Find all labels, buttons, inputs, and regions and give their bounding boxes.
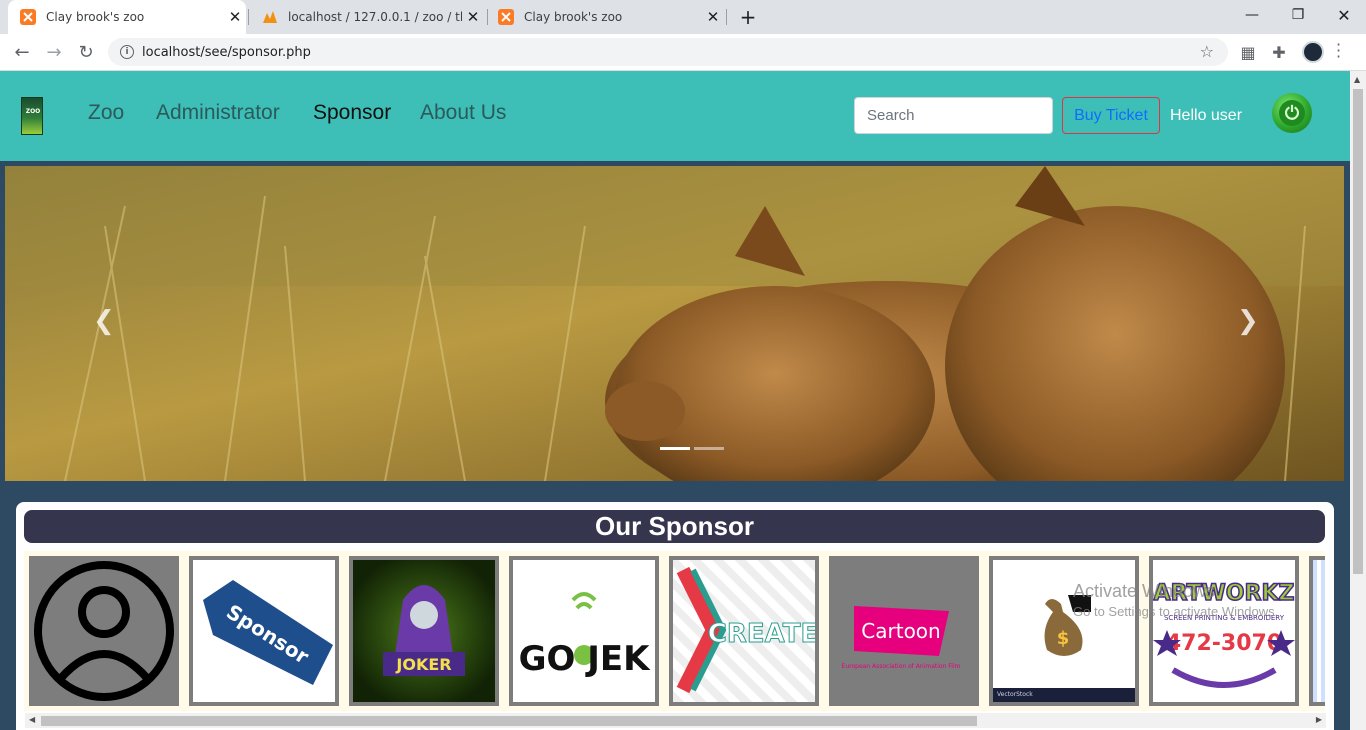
apps-grid-icon[interactable]: ▦ bbox=[1239, 43, 1257, 62]
create-logo: CREATE bbox=[676, 566, 815, 694]
sponsor-item[interactable]: GO JEK bbox=[509, 556, 659, 706]
xampp-icon bbox=[498, 9, 514, 25]
carousel-prev-icon[interactable]: ❮ bbox=[93, 306, 115, 336]
user-avatar-icon bbox=[34, 561, 174, 701]
sponsor-item[interactable]: Cartoon European Association of Animation… bbox=[829, 556, 979, 706]
carousel-indicators bbox=[660, 447, 724, 450]
hero-carousel: ❮ ❯ bbox=[5, 166, 1344, 481]
site-navbar: ZOO Zoo Administrator Sponsor About Us B… bbox=[0, 71, 1350, 161]
close-tab-icon[interactable]: ✕ bbox=[702, 8, 724, 26]
sponsor-item[interactable] bbox=[1309, 556, 1325, 706]
sponsor-item[interactable]: JOKER bbox=[349, 556, 499, 706]
cartoon-logo: Cartoon European Association of Animation… bbox=[842, 606, 961, 670]
logout-power-icon[interactable]: ⏻ bbox=[1272, 93, 1312, 133]
sponsor-item[interactable]: $ VectorStock bbox=[989, 556, 1139, 706]
tab-title: Clay brook's zoo bbox=[524, 10, 623, 24]
sponsor-heading: Our Sponsor bbox=[24, 510, 1325, 543]
site-info-icon[interactable]: i bbox=[120, 45, 134, 59]
forward-icon[interactable]: → bbox=[44, 42, 64, 63]
browser-toolbar: ← → ↻ i localhost/see/sponsor.php ☆ ▦ ✚ … bbox=[0, 34, 1366, 71]
url-text: localhost/see/sponsor.php bbox=[142, 44, 311, 60]
gojek-logo: GO JEK bbox=[519, 592, 652, 679]
user-greeting: Hello user bbox=[1170, 107, 1243, 124]
browser-tab-strip: Clay brook's zoo ✕ localhost / 127.0.0.1… bbox=[0, 0, 1366, 34]
close-tab-icon[interactable]: ✕ bbox=[462, 8, 484, 26]
nav-link-sponsor[interactable]: Sponsor bbox=[313, 101, 391, 125]
browser-tab-1[interactable]: Clay brook's zoo ✕ bbox=[8, 0, 246, 34]
buy-ticket-button[interactable]: Buy Ticket bbox=[1062, 97, 1160, 134]
svg-text:472-3070: 472-3070 bbox=[1166, 631, 1282, 656]
svg-text:Cartoon: Cartoon bbox=[861, 619, 940, 643]
minimize-icon[interactable]: — bbox=[1229, 0, 1275, 30]
reload-icon[interactable]: ↻ bbox=[76, 42, 96, 63]
svg-text:$: $ bbox=[1057, 628, 1070, 649]
activate-windows-watermark: Activate Windows Go to Settings to activ… bbox=[1073, 581, 1279, 619]
sponsor-banner-logo: Sponsor bbox=[203, 580, 333, 685]
page-vertical-scrollbar[interactable]: ▲ bbox=[1350, 71, 1366, 730]
lion-cubs-image bbox=[5, 166, 1344, 481]
extensions-puzzle-icon[interactable]: ✚ bbox=[1270, 43, 1288, 62]
svg-text:CREATE: CREATE bbox=[708, 619, 815, 649]
xampp-icon bbox=[20, 9, 36, 25]
sponsor-item[interactable]: ARTWORKZ SCREEN PRINTING & EMBROIDERY 472-… bbox=[1149, 556, 1299, 706]
restore-icon[interactable]: ❐ bbox=[1275, 0, 1321, 30]
browser-tab-2[interactable]: localhost / 127.0.0.1 / zoo / tbl_fi ✕ bbox=[250, 0, 484, 34]
sponsor-item[interactable]: Sponsor bbox=[189, 556, 339, 706]
back-icon[interactable]: ← bbox=[12, 42, 32, 63]
search-input[interactable] bbox=[854, 97, 1053, 134]
sponsor-item[interactable]: CREATE bbox=[669, 556, 819, 706]
close-tab-icon[interactable]: ✕ bbox=[224, 8, 246, 26]
zoo-logo[interactable]: ZOO bbox=[21, 97, 43, 135]
new-tab-icon[interactable]: + bbox=[737, 5, 759, 29]
sponsor-horizontal-scrollbar[interactable]: ◀ ▶ bbox=[25, 713, 1326, 728]
money-bag-icon: $ bbox=[1044, 595, 1091, 656]
joker-logo: JOKER bbox=[383, 585, 465, 676]
page-viewport: ZOO Zoo Administrator Sponsor About Us B… bbox=[0, 71, 1350, 730]
address-bar[interactable]: i localhost/see/sponsor.php ☆ bbox=[108, 38, 1228, 66]
bookmark-star-icon[interactable]: ☆ bbox=[1200, 42, 1214, 61]
phpmyadmin-icon bbox=[263, 11, 277, 23]
profile-avatar[interactable] bbox=[1302, 41, 1324, 63]
svg-text:JOKER: JOKER bbox=[395, 655, 451, 674]
tab-title: localhost / 127.0.0.1 / zoo / tbl_fi bbox=[288, 10, 462, 24]
tab-title: Clay brook's zoo bbox=[46, 10, 145, 24]
svg-text:GO JEK: GO JEK bbox=[519, 639, 652, 679]
nav-link-about-us[interactable]: About Us bbox=[420, 101, 506, 125]
nav-link-administrator[interactable]: Administrator bbox=[156, 101, 280, 125]
sponsor-strip: Sponsor JOKER GO JEK CREATE Cartoon Euro… bbox=[24, 551, 1325, 711]
browser-tab-3[interactable]: Clay brook's zoo ✕ bbox=[486, 0, 724, 34]
sponsor-item[interactable] bbox=[29, 556, 179, 706]
browser-menu-icon[interactable]: · · · bbox=[1336, 37, 1341, 65]
close-window-icon[interactable]: ✕ bbox=[1321, 0, 1366, 30]
carousel-indicator-1[interactable] bbox=[660, 447, 690, 450]
carousel-next-icon[interactable]: ❯ bbox=[1237, 306, 1259, 336]
svg-text:European Association of Animat: European Association of Animation Film bbox=[842, 663, 961, 670]
nav-link-zoo[interactable]: Zoo bbox=[88, 101, 124, 125]
carousel-indicator-2[interactable] bbox=[694, 447, 724, 450]
